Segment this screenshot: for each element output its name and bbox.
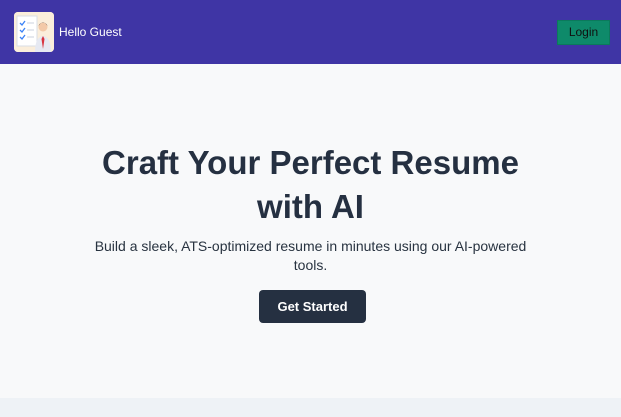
brand: Hello Guest [14,12,122,52]
greeting-text: Hello Guest [59,25,122,39]
get-started-button[interactable]: Get Started [259,290,366,323]
hero-subtitle: Build a sleek, ATS-optimized resume in m… [94,238,527,273]
login-button[interactable]: Login [557,19,610,45]
navbar: Hello Guest Login [0,0,621,64]
page-background-band [0,398,621,417]
resume-checklist-person-icon[interactable] [14,12,54,52]
hero-section: Craft Your Perfect Resume with AI Build … [0,64,621,398]
hero-title: Craft Your Perfect Resume with AI [102,144,519,225]
